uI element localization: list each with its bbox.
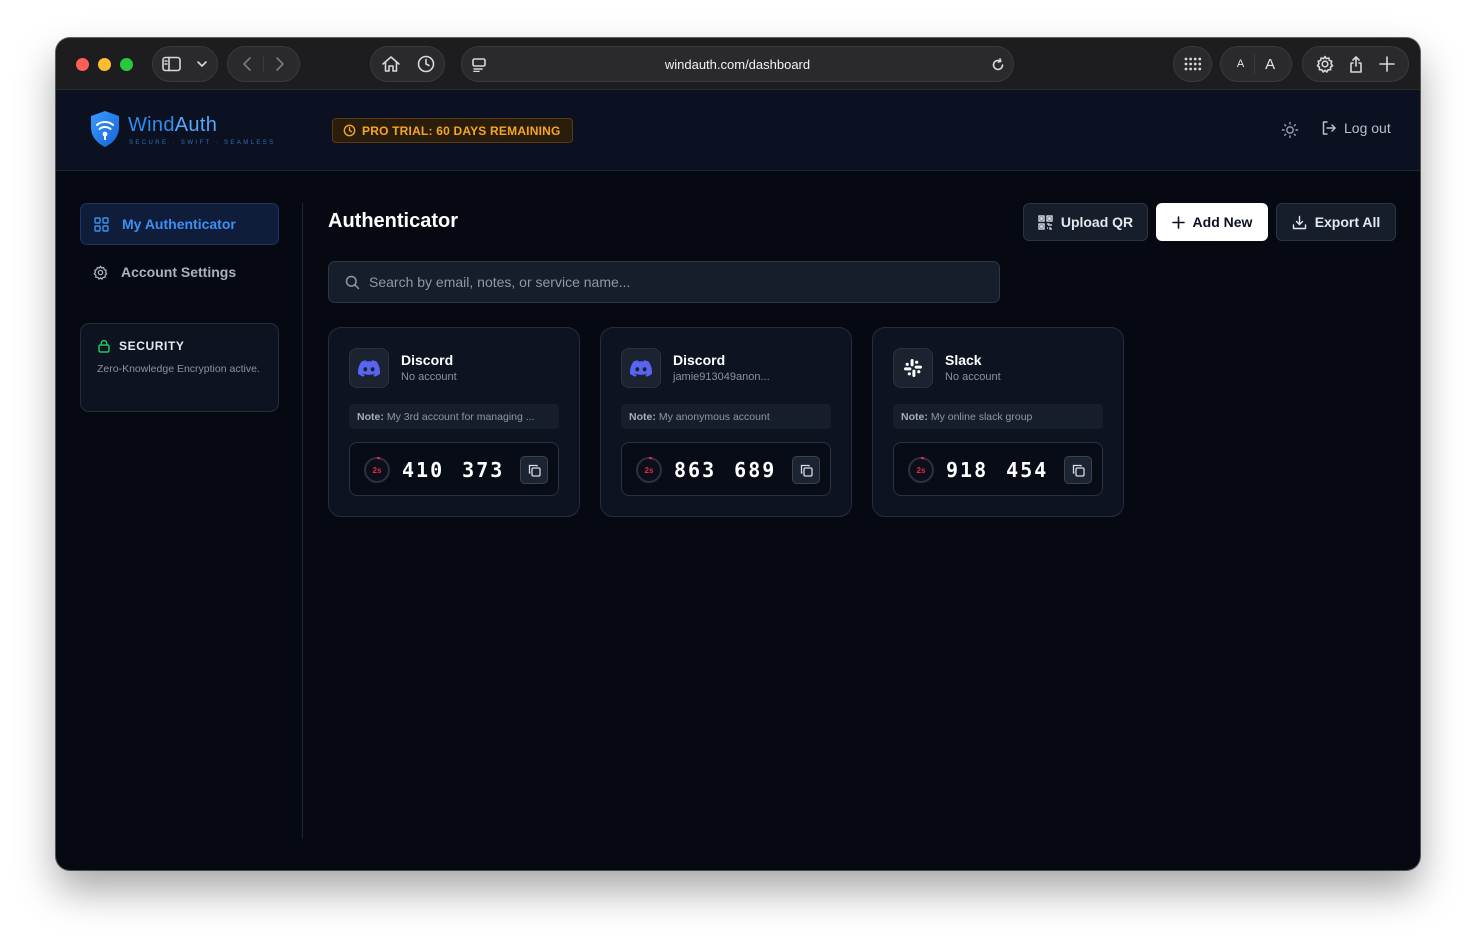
timer-text: 2s	[645, 466, 654, 475]
search-icon	[345, 275, 360, 290]
gear-icon	[93, 265, 108, 280]
countdown-timer: 2s	[908, 457, 934, 483]
share-icon[interactable]	[1348, 55, 1364, 73]
export-all-button[interactable]: Export All	[1276, 203, 1396, 241]
discord-icon	[358, 359, 380, 377]
search-input[interactable]	[369, 262, 989, 302]
security-title-row: SECURITY	[97, 339, 262, 353]
home-history-group	[370, 46, 445, 82]
account-email: jamie913049anon...	[673, 371, 770, 383]
account-card[interactable]: Discord jamie913049anon... Note: My anony…	[600, 327, 852, 517]
totp-code-box: 2s 918 454	[893, 442, 1103, 496]
service-name: Discord	[673, 352, 726, 368]
account-email: No account	[945, 371, 1001, 383]
history-nav-group	[227, 46, 300, 82]
account-card[interactable]: Slack No account Note: My online slack gr…	[872, 327, 1124, 517]
sidebar-divider	[302, 203, 303, 839]
export-all-label: Export All	[1314, 214, 1381, 230]
text-size-group: A A	[1220, 46, 1292, 82]
sidebar-item-label: Account Settings	[121, 264, 237, 280]
qr-code-icon	[1038, 214, 1053, 230]
sidebar-icon	[162, 56, 181, 72]
security-status-card: SECURITY Zero-Knowledge Encryption activ…	[80, 323, 279, 412]
service-logo	[621, 348, 661, 388]
slack-icon	[904, 359, 922, 377]
timer-text: 2s	[917, 466, 926, 475]
security-title: SECURITY	[119, 339, 185, 353]
zoom-window-button[interactable]	[120, 58, 133, 71]
sidebar-toggle-button[interactable]	[152, 46, 218, 82]
increase-text-button[interactable]: A	[1265, 56, 1275, 73]
copy-icon	[1072, 464, 1085, 477]
copy-code-button[interactable]	[520, 456, 548, 484]
totp-code: 918 454	[946, 458, 1049, 482]
lock-icon	[98, 339, 110, 353]
account-note: Note: My anonymous account	[621, 404, 831, 429]
sidebar-item-account-settings[interactable]: Account Settings	[80, 251, 279, 293]
decrease-text-button[interactable]: A	[1237, 58, 1244, 70]
sidebar-item-my-authenticator[interactable]: My Authenticator	[80, 203, 279, 245]
shield-logo-icon	[91, 111, 119, 147]
minimize-window-button[interactable]	[98, 58, 111, 71]
service-logo	[349, 348, 389, 388]
clock-icon	[343, 124, 356, 137]
back-icon[interactable]	[241, 56, 253, 72]
logout-icon	[1322, 121, 1336, 135]
logout-button[interactable]: Log out	[1321, 120, 1391, 136]
grid-icon	[94, 216, 109, 232]
copy-icon	[800, 464, 813, 477]
timer-text: 2s	[373, 466, 382, 475]
search-bar	[328, 261, 1000, 303]
close-window-button[interactable]	[76, 58, 89, 71]
totp-code: 863 689	[674, 458, 777, 482]
countdown-timer: 2s	[364, 457, 390, 483]
copy-code-button[interactable]	[1064, 456, 1092, 484]
copy-code-button[interactable]	[792, 456, 820, 484]
chevron-down-icon	[197, 61, 207, 67]
discord-icon	[630, 359, 652, 377]
new-tab-icon[interactable]	[1379, 56, 1395, 72]
logout-label: Log out	[1344, 120, 1391, 136]
totp-code: 410 373	[402, 458, 505, 482]
browser-toolbar: windauth.com/dashboard A A	[56, 38, 1420, 90]
apps-grid-icon	[1184, 57, 1201, 71]
account-email: No account	[401, 371, 457, 383]
add-new-label: Add New	[1192, 214, 1253, 230]
copy-icon	[528, 464, 541, 477]
service-name: Slack	[945, 352, 982, 368]
totp-code-box: 2s 410 373	[349, 442, 559, 496]
plus-icon	[1171, 215, 1185, 229]
sidebar-item-label: My Authenticator	[122, 216, 236, 232]
url-text: windauth.com/dashboard	[664, 57, 811, 72]
countdown-timer: 2s	[636, 457, 662, 483]
app-header: WindAuth SECURE · SWIFT · SEAMLESS PRO T…	[56, 90, 1420, 171]
service-logo	[893, 348, 933, 388]
service-name: Discord	[401, 352, 454, 368]
forward-icon[interactable]	[274, 56, 286, 72]
sun-icon[interactable]	[1281, 121, 1299, 139]
logo-tagline: SECURE · SWIFT · SEAMLESS	[129, 140, 276, 146]
add-new-button[interactable]: Add New	[1156, 203, 1268, 241]
trial-badge-text: PRO TRIAL: 60 DAYS REMAINING	[362, 123, 561, 138]
upload-qr-label: Upload QR	[1060, 214, 1134, 230]
clock-icon[interactable]	[417, 55, 435, 73]
toolbar-actions-group	[1302, 46, 1409, 82]
home-icon[interactable]	[381, 55, 401, 73]
account-note: Note: My 3rd account for managing ...	[349, 404, 559, 429]
security-description: Zero-Knowledge Encryption active.	[97, 363, 260, 375]
account-note: Note: My online slack group	[893, 404, 1103, 429]
reload-icon[interactable]	[991, 58, 1005, 72]
browser-window: windauth.com/dashboard A A WindAuth SECU…	[56, 38, 1420, 870]
upload-qr-button[interactable]: Upload QR	[1023, 203, 1148, 241]
trial-badge: PRO TRIAL: 60 DAYS REMAINING	[332, 118, 573, 143]
download-icon	[1292, 215, 1306, 229]
page-title: Authenticator	[328, 210, 458, 232]
account-card[interactable]: Discord No account Note: My 3rd account f…	[328, 327, 580, 517]
app-logo-name[interactable]: WindAuth	[128, 114, 217, 137]
extensions-button[interactable]	[1173, 46, 1212, 82]
address-bar[interactable]: windauth.com/dashboard	[461, 46, 1014, 82]
totp-code-box: 2s 863 689	[621, 442, 831, 496]
settings-gear-icon[interactable]	[1316, 55, 1334, 73]
